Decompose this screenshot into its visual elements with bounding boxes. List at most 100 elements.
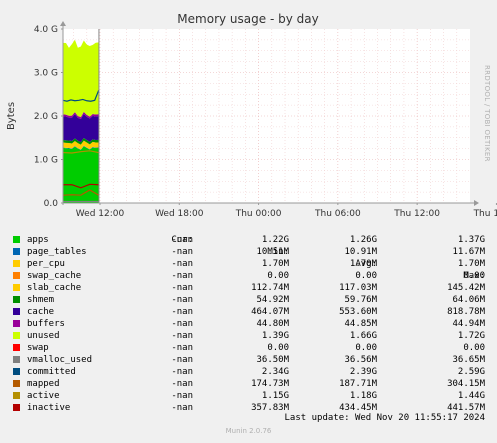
stacked-areas <box>63 39 99 203</box>
legend-row-committed: committed -nan 2.34G 2.39G 2.59G <box>0 366 497 378</box>
value-max: 44.94M <box>452 319 485 329</box>
legend-row-apps: apps -nan 1.22G 1.26G 1.37G <box>0 234 497 246</box>
value-max: 1.37G <box>457 235 485 245</box>
series-name: mapped <box>27 379 60 389</box>
value-max: 0.00 <box>463 343 485 353</box>
value-avg: 0.00 <box>355 271 377 281</box>
legend-row-mapped: mapped -nan 174.73M 187.71M 304.15M <box>0 378 497 390</box>
legend-row-per_cpu: per_cpu -nan 1.70M 1.70M 1.70M <box>0 258 497 270</box>
value-avg: 44.85M <box>344 319 377 329</box>
series-name: active <box>27 391 60 401</box>
value-min: 464.07M <box>251 307 289 317</box>
value-avg: 1.66G <box>349 331 377 341</box>
value-max: 0.00 <box>463 271 485 281</box>
x-tick-label: Thu 06:00 <box>314 209 361 219</box>
y-tick-label: 1.0 G <box>34 156 58 166</box>
value-min: 54.92M <box>256 295 289 305</box>
value-min: 0.00 <box>267 343 289 353</box>
series-name: shmem <box>27 295 55 305</box>
legend-row-active: active -nan 1.15G 1.18G 1.44G <box>0 390 497 402</box>
legend-row-shmem: shmem -nan 54.92M 59.76M 64.06M <box>0 294 497 306</box>
value-cur: -nan <box>171 271 193 281</box>
series-name: apps <box>27 235 49 245</box>
legend-row-page_tables: page_tables -nan 10.51M 10.91M 11.67M <box>0 246 497 258</box>
value-max: 2.59G <box>457 367 485 377</box>
series-name: unused <box>27 331 60 341</box>
legend-swatch <box>13 272 20 279</box>
value-cur: -nan <box>171 367 193 377</box>
series-name: per_cpu <box>27 259 65 269</box>
value-cur: -nan <box>171 283 193 293</box>
value-cur: -nan <box>171 319 193 329</box>
value-min: 2.34G <box>261 367 289 377</box>
value-cur: -nan <box>171 391 193 401</box>
value-max: 36.65M <box>452 355 485 365</box>
value-min: 44.80M <box>256 319 289 329</box>
legend-swatch <box>13 296 20 303</box>
legend-swatch <box>13 248 20 255</box>
value-cur: -nan <box>171 403 193 413</box>
value-max: 64.06M <box>452 295 485 305</box>
series-name: buffers <box>27 319 65 329</box>
value-avg: 553.60M <box>339 307 377 317</box>
value-cur: -nan <box>171 259 193 269</box>
legend-swatch <box>13 344 20 351</box>
value-cur: -nan <box>171 307 193 317</box>
legend-swatch <box>13 308 20 315</box>
legend-swatch <box>13 368 20 375</box>
legend-swatch <box>13 380 20 387</box>
value-min: 174.73M <box>251 379 289 389</box>
series-name: swap <box>27 343 49 353</box>
value-avg: 1.70M <box>349 259 377 269</box>
value-avg: 117.03M <box>339 283 377 293</box>
y-tick-label: 0.0 <box>44 199 59 209</box>
series-name: inactive <box>27 403 71 413</box>
legend-row-vmalloc_used: vmalloc_used -nan 36.50M 36.56M 36.65M <box>0 354 497 366</box>
value-max: 11.67M <box>452 247 485 257</box>
legend-row-swap_cache: swap_cache -nan 0.00 0.00 0.00 <box>0 270 497 282</box>
last-update: Last update: Wed Nov 20 11:55:17 2024 <box>284 413 485 423</box>
value-min: 1.22G <box>261 235 289 245</box>
value-min: 10.51M <box>256 247 289 257</box>
legend-swatch <box>13 260 20 267</box>
value-cur: -nan <box>171 355 193 365</box>
value-avg: 36.56M <box>344 355 377 365</box>
legend-swatch <box>13 236 20 243</box>
x-tick-label: Thu 00:00 <box>235 209 282 219</box>
value-max: 1.44G <box>457 391 485 401</box>
value-avg: 1.26G <box>349 235 377 245</box>
value-min: 36.50M <box>256 355 289 365</box>
series-name: committed <box>27 367 76 377</box>
value-min: 1.39G <box>261 331 289 341</box>
value-avg: 10.91M <box>344 247 377 257</box>
legend-row-unused: unused -nan 1.39G 1.66G 1.72G <box>0 330 497 342</box>
area-unused <box>63 39 99 118</box>
legend-swatch <box>13 320 20 327</box>
x-tick-label: Wed 12:00 <box>76 209 125 219</box>
series-name: slab_cache <box>27 283 82 293</box>
munin-version: Munin 2.0.76 <box>225 427 272 435</box>
x-tick-label: Thu 18:00 <box>473 209 497 219</box>
value-avg: 0.00 <box>355 343 377 353</box>
legend-row-buffers: buffers -nan 44.80M 44.85M 44.94M <box>0 318 497 330</box>
value-cur: -nan <box>171 247 193 257</box>
legend-swatch <box>13 332 20 339</box>
value-min: 112.74M <box>251 283 289 293</box>
value-max: 145.42M <box>447 283 485 293</box>
value-cur: -nan <box>171 235 193 245</box>
x-tick-label: Wed 18:00 <box>155 209 204 219</box>
y-tick-label: 3.0 G <box>34 69 58 79</box>
value-avg: 187.71M <box>339 379 377 389</box>
series-name: cache <box>27 307 55 317</box>
value-cur: -nan <box>171 295 193 305</box>
value-avg: 2.39G <box>349 367 377 377</box>
series-name: page_tables <box>27 247 87 257</box>
series-name: vmalloc_used <box>27 355 93 365</box>
chart-title: Memory usage - by day <box>177 12 318 26</box>
legend-swatch <box>13 404 20 411</box>
y-tick-label: 2.0 G <box>34 112 58 122</box>
rrdtool-watermark: RRDTOOL / TOBI OETIKER <box>483 65 491 162</box>
value-max: 304.15M <box>447 379 485 389</box>
value-cur: -nan <box>171 343 193 353</box>
legend-row-swap: swap -nan 0.00 0.00 0.00 <box>0 342 497 354</box>
